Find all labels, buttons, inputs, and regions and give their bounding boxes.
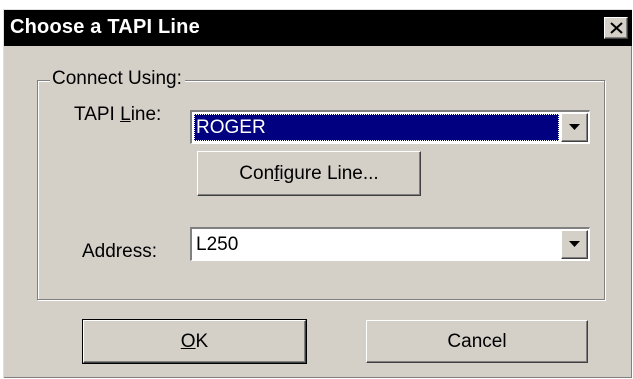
cancel-label: Cancel bbox=[447, 331, 507, 352]
ok-label: OK bbox=[180, 331, 209, 352]
close-button[interactable] bbox=[604, 17, 628, 39]
tapi-line-value: ROGER bbox=[194, 114, 559, 141]
tapi-line-dropdown-button[interactable] bbox=[561, 113, 588, 142]
connect-using-label: Connect Using: bbox=[50, 68, 185, 90]
configure-line-button[interactable]: Configure Line... bbox=[197, 151, 421, 196]
tapi-line-combobox[interactable]: ROGER bbox=[190, 110, 590, 144]
dropdown-arrow-icon bbox=[569, 124, 580, 130]
dropdown-arrow-icon bbox=[569, 241, 580, 247]
tapi-line-label: TAPI Line: bbox=[74, 104, 162, 125]
window-title: Choose a TAPI Line bbox=[10, 16, 200, 38]
address-combobox[interactable]: L250 bbox=[190, 227, 590, 261]
cancel-button[interactable]: Cancel bbox=[366, 320, 588, 363]
address-value: L250 bbox=[196, 234, 239, 255]
address-label: Address: bbox=[82, 241, 157, 262]
ok-button[interactable]: OK bbox=[82, 319, 307, 364]
choose-tapi-line-dialog: Choose a TAPI Line Connect Using: TAPI L… bbox=[3, 9, 632, 378]
address-dropdown-button[interactable] bbox=[561, 230, 588, 259]
title-bar[interactable]: Choose a TAPI Line bbox=[4, 10, 632, 46]
close-icon bbox=[610, 22, 623, 34]
configure-line-label: Configure Line... bbox=[239, 163, 379, 184]
